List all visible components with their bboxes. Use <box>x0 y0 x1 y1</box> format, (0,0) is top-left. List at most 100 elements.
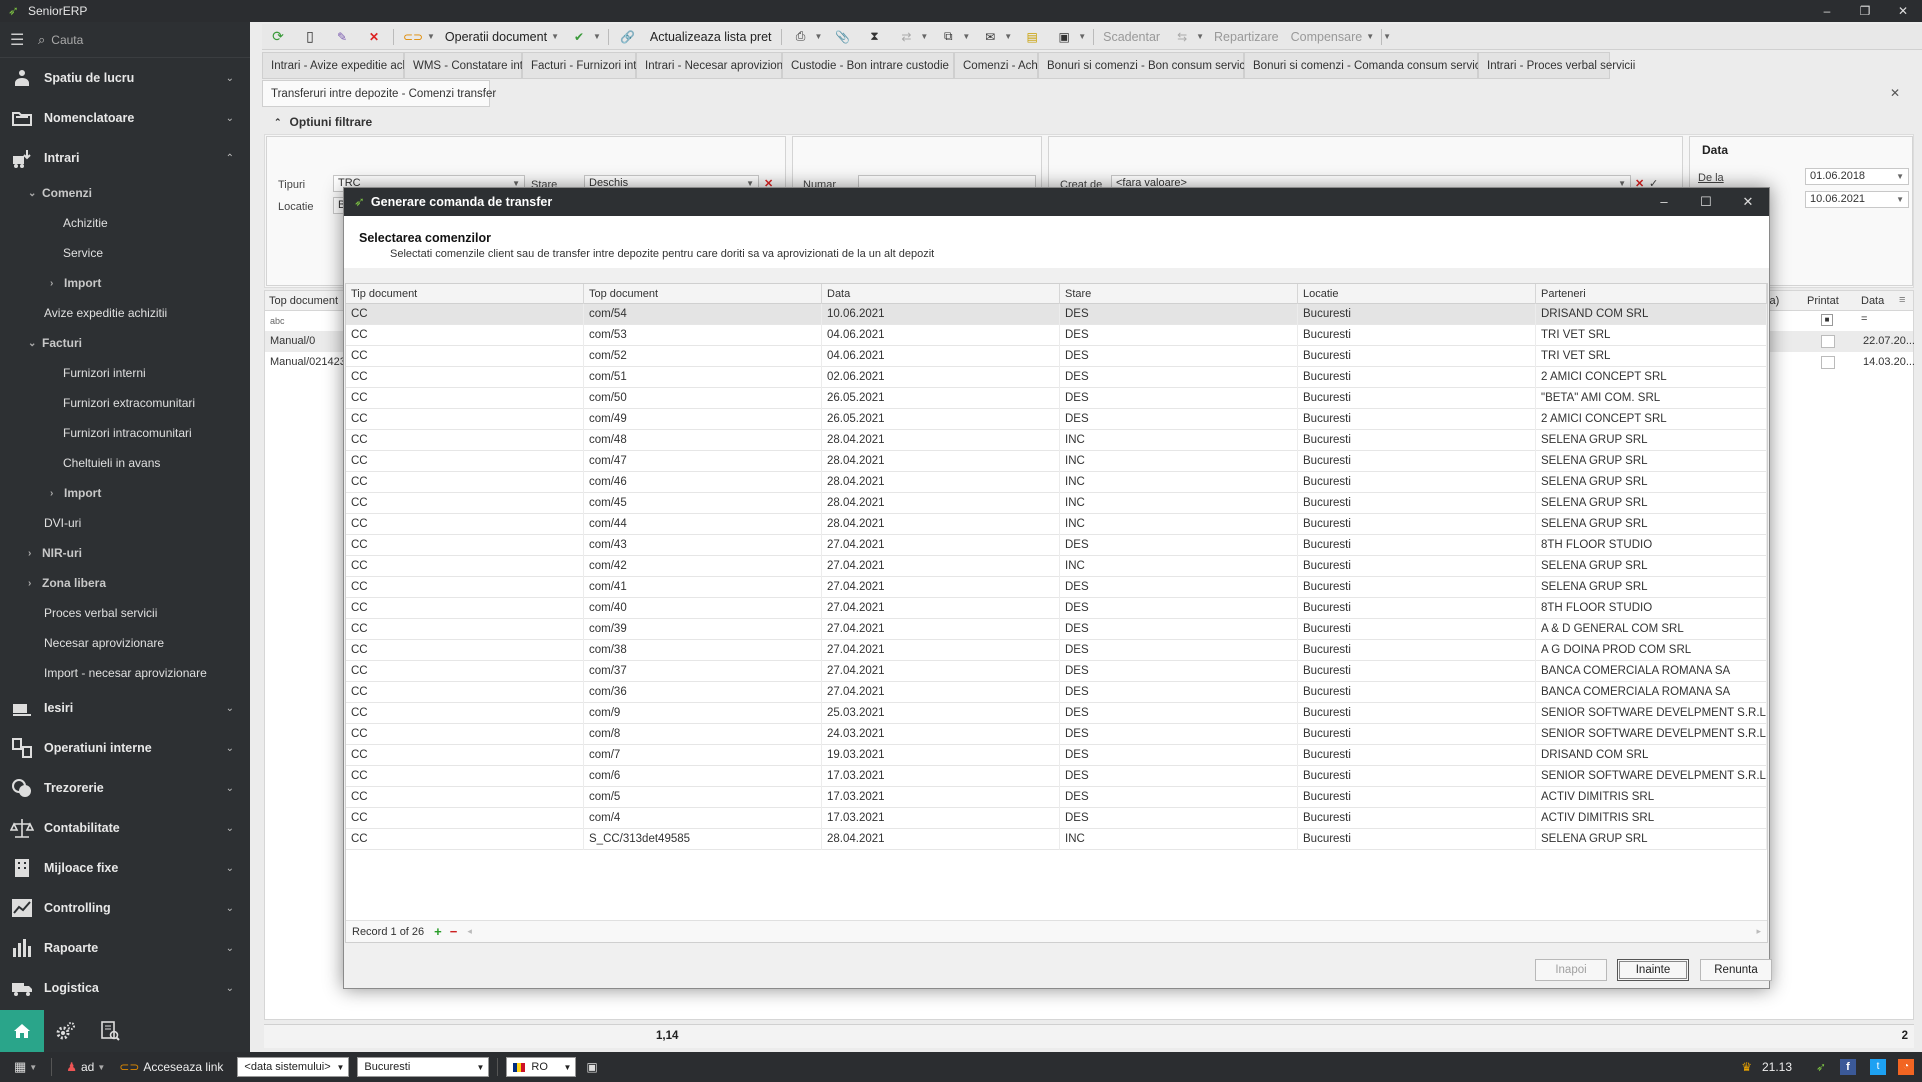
col-printat[interactable]: Printat <box>1807 295 1839 307</box>
refresh-icon[interactable]: ⟳ <box>266 26 290 48</box>
chevron-down-icon[interactable]: ▼ <box>1078 32 1086 41</box>
acceseaza-link-button[interactable]: Acceseaza link <box>143 1060 223 1074</box>
inapoi-button[interactable]: Inapoi <box>1535 959 1607 981</box>
facebook-icon[interactable]: f <box>1840 1059 1856 1075</box>
notification-icon[interactable]: ♛ <box>1741 1060 1752 1074</box>
dialog-minimize-button[interactable]: – <box>1643 188 1685 216</box>
language-select[interactable]: RO ▼ <box>506 1057 577 1077</box>
chevron-down-icon[interactable]: ▼ <box>1366 32 1374 41</box>
column-header[interactable]: Stare <box>1060 284 1298 304</box>
column-header[interactable]: Tip document <box>346 284 584 304</box>
filter-header[interactable]: ⌃ Optiuni filtrare <box>264 112 1914 132</box>
sidebar-item[interactable]: Service <box>0 238 250 268</box>
tab-document[interactable]: WMS - Constatare intrare <box>404 52 543 79</box>
sidebar-section-rapoarte[interactable]: Rapoarte ⌄ <box>0 928 250 968</box>
filter-row-eq[interactable]: = <box>1861 313 1867 325</box>
new-document-icon[interactable]: ▯ <box>298 26 322 48</box>
system-date-select[interactable]: <data sistemului> ▼ <box>237 1057 350 1077</box>
tab-active-transfer-orders[interactable]: Transferuri intre depozite - Comenzi tra… <box>262 80 496 107</box>
filter-row-abc[interactable]: abc <box>270 316 285 326</box>
close-tab-icon[interactable]: ✕ <box>1890 86 1900 100</box>
print-icon[interactable]: ⎙ <box>789 26 813 48</box>
table-row[interactable]: CC com/46 28.04.2021 INC Bucuresti SELENA GRU… <box>346 472 1767 493</box>
hamburger-menu-icon[interactable]: ☰ <box>10 30 38 50</box>
chevron-down-icon[interactable]: ▼ <box>1004 32 1012 41</box>
sidebar-section-operatiuni-interne[interactable]: Operatiuni interne ⌄ <box>0 728 250 768</box>
table-row[interactable]: CC com/49 26.05.2021 DES Bucuresti 2 AMICI CO… <box>346 409 1767 430</box>
copy-icon[interactable]: ⧉ <box>936 26 960 48</box>
table-row[interactable]: CC com/54 10.06.2021 DES Bucuresti DRISAND CO… <box>346 304 1767 325</box>
chevron-down-icon[interactable]: ▼ <box>815 32 823 41</box>
printat-filter-checkbox[interactable]: ■ <box>1821 314 1833 326</box>
chevron-down-icon[interactable]: ▼ <box>29 1063 37 1072</box>
sidebar-section-iesiri[interactable]: Iesiri ⌄ <box>0 688 250 728</box>
tab-document[interactable]: Bonuri si comenzi - Bon consum servicii <box>1038 52 1250 79</box>
table-row[interactable]: CC com/44 28.04.2021 INC Bucuresti SELENA GRU… <box>346 514 1767 535</box>
scroll-left-icon[interactable]: ◂ <box>467 926 472 937</box>
printat-checkbox[interactable] <box>1821 356 1835 369</box>
add-record-button[interactable]: + <box>434 924 442 939</box>
note-icon[interactable]: ▤ <box>1020 26 1044 48</box>
table-row[interactable]: CC com/45 28.04.2021 INC Bucuresti SELENA GRU… <box>346 493 1767 514</box>
price-link-icon[interactable]: 🔗 <box>616 26 640 48</box>
table-row[interactable]: CC com/4 17.03.2021 DES Bucuresti ACTIV DIMIT… <box>346 808 1767 829</box>
sidebar-section-mijloace-fixe[interactable]: Mijloace fixe ⌄ <box>0 848 250 888</box>
sidebar-section-trezorerie[interactable]: Trezorerie ⌄ <box>0 768 250 808</box>
handshake-icon[interactable]: ⇆ <box>1170 26 1194 48</box>
table-row[interactable]: CC com/43 27.04.2021 DES Bucuresti 8TH FLOOR … <box>346 535 1767 556</box>
compensare-button[interactable]: Compensare <box>1291 30 1363 44</box>
link-icon[interactable]: ⊂⊃ <box>401 26 425 48</box>
sidebar-item[interactable]: Proces verbal servicii <box>0 598 250 628</box>
sidebar-item[interactable]: Furnizori interni <box>0 358 250 388</box>
scroll-right-icon[interactable]: ▸ <box>1756 926 1761 937</box>
sidebar-section-spatiu-de-lucru[interactable]: Spatiu de lucru ⌄ <box>0 58 250 98</box>
tab-document[interactable]: Bonuri si comenzi - Comanda consum servi… <box>1244 52 1486 79</box>
restore-button[interactable]: ❐ <box>1846 0 1884 22</box>
chevron-down-icon[interactable]: ▼ <box>962 32 970 41</box>
de-la-date-input[interactable]: 01.06.2018 ▼ <box>1805 168 1909 185</box>
table-row[interactable]: CC com/5 17.03.2021 DES Bucuresti ACTIV DIMIT… <box>346 787 1767 808</box>
sidebar-item[interactable]: ⌄ Facturi <box>0 328 250 358</box>
sidebar-section-intrari[interactable]: Intrari ⌃ <box>0 138 250 178</box>
rss-icon[interactable]: ◔ <box>1898 1059 1914 1075</box>
sidebar-item[interactable]: › Zona libera <box>0 568 250 598</box>
column-header[interactable]: Top document <box>584 284 822 304</box>
table-row[interactable]: CC com/9 25.03.2021 DES Bucuresti SENIOR SOFT… <box>346 703 1767 724</box>
tab-document[interactable]: Intrari - Proces verbal servicii <box>1478 52 1635 79</box>
sidebar-item[interactable]: › NIR-uri <box>0 538 250 568</box>
sidebar-item[interactable]: Furnizori extracomunitari <box>0 388 250 418</box>
renunta-button[interactable]: Renunta <box>1700 959 1772 981</box>
validate-icon[interactable]: ✔ <box>567 26 591 48</box>
table-row[interactable]: CC com/40 27.04.2021 DES Bucuresti 8TH FLOOR … <box>346 598 1767 619</box>
inainte-button[interactable]: Inainte <box>1617 959 1689 981</box>
sidebar-item[interactable]: Import - necesar aprovizionare <box>0 658 250 688</box>
table-row[interactable]: CC com/50 26.05.2021 DES Bucuresti "BETA" AMI… <box>346 388 1767 409</box>
table-row[interactable]: CC com/41 27.04.2021 DES Bucuresti SELENA GRU… <box>346 577 1767 598</box>
col-data[interactable]: Data <box>1861 295 1884 307</box>
chevron-down-icon[interactable]: ▼ <box>593 32 601 41</box>
reports-search-button[interactable] <box>88 1010 132 1052</box>
calendar-icon[interactable]: ▣ <box>1052 26 1076 48</box>
table-row[interactable]: CC com/7 19.03.2021 DES Bucuresti DRISAND COM… <box>346 745 1767 766</box>
dialog-close-button[interactable]: ✕ <box>1727 188 1769 216</box>
chevron-down-icon[interactable]: ▼ <box>1196 32 1204 41</box>
tab-document[interactable]: Custodie - Bon intrare custodie <box>782 52 954 79</box>
operatii-document-button[interactable]: Operatii document <box>445 30 547 44</box>
location-select[interactable]: Bucuresti ▼ <box>357 1057 490 1077</box>
sidebar-item[interactable]: Furnizori intracomunitari <box>0 418 250 448</box>
tab-document[interactable]: Comenzi - Achizitie <box>954 52 1061 79</box>
sidebar-item[interactable]: DVI-uri <box>0 508 250 538</box>
sync-icon[interactable]: ⇄ <box>894 26 918 48</box>
column-header[interactable]: Parteneri <box>1536 284 1767 304</box>
column-header[interactable]: Data <box>822 284 1060 304</box>
column-chooser-icon[interactable]: ≡ <box>1899 294 1905 306</box>
settings-button[interactable] <box>44 1010 88 1052</box>
table-row[interactable]: CC com/48 28.04.2021 INC Bucuresti SELENA GRU… <box>346 430 1767 451</box>
mail-icon[interactable]: ✉ <box>978 26 1002 48</box>
table-row[interactable]: CC com/36 27.04.2021 DES Bucuresti BANCA COME… <box>346 682 1767 703</box>
tab-document[interactable]: Facturi - Furnizori interni <box>522 52 656 79</box>
table-row[interactable]: CC com/51 02.06.2021 DES Bucuresti 2 AMICI CO… <box>346 367 1767 388</box>
chevron-down-icon[interactable]: ▼ <box>97 1063 105 1072</box>
table-row[interactable]: CC com/42 27.04.2021 INC Bucuresti SELENA GRU… <box>346 556 1767 577</box>
search-input[interactable]: Cauta <box>51 33 83 47</box>
